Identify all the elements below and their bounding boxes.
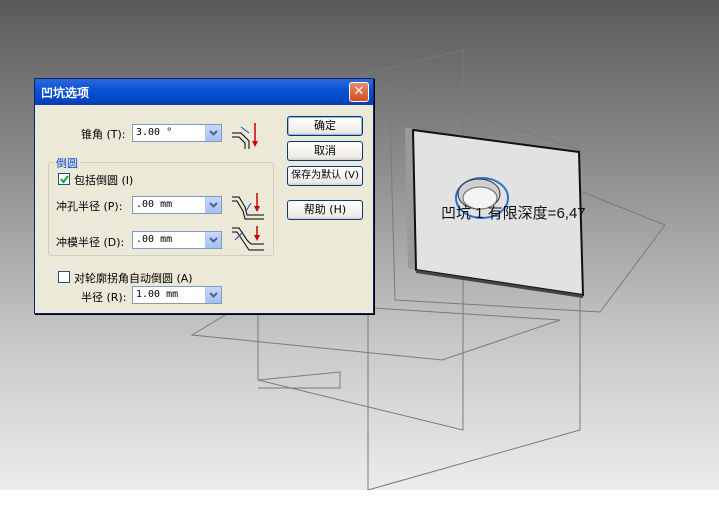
close-icon: ✕ xyxy=(353,84,365,99)
dialog-title: 凹坑选项 xyxy=(41,86,90,100)
include-fillet-checkbox[interactable] xyxy=(58,173,70,185)
checkmark-icon xyxy=(60,175,69,184)
chevron-down-icon[interactable] xyxy=(205,232,221,248)
punch-radius-icon xyxy=(232,193,264,220)
status-strip xyxy=(0,490,719,512)
help-button[interactable]: 帮助 (H) xyxy=(287,200,363,220)
punch-radius-label: 冲孔半径 (P): xyxy=(56,200,123,213)
cone-angle-icon xyxy=(232,123,258,149)
ok-button[interactable]: 确定 xyxy=(287,116,363,136)
auto-round-label[interactable]: 对轮廓拐角自动倒圆 (A) xyxy=(74,270,193,286)
cone-angle-value: 3.00 ° xyxy=(136,127,173,138)
die-radius-combo[interactable]: .00 mm xyxy=(132,231,222,249)
cone-angle-label: 锥角 (T): xyxy=(81,128,126,141)
punch-radius-combo[interactable]: .00 mm xyxy=(132,196,222,214)
die-radius-icon xyxy=(232,226,264,251)
feature-dimension-label[interactable]: 凹坑 1 有限深度=6,47 xyxy=(441,202,586,223)
chevron-down-icon[interactable] xyxy=(205,125,221,141)
auto-round-checkbox[interactable] xyxy=(58,271,70,283)
fillet-group-title: 倒圆 xyxy=(54,155,80,171)
dimple-options-dialog: 凹坑选项 ✕ 锥角 (T): 3.00 ° 倒圆 包括倒圆 (I) 冲孔半径 (… xyxy=(34,78,374,314)
radius-value: 1.00 mm xyxy=(136,289,179,300)
radius-label: 半径 (R): xyxy=(81,291,127,304)
punch-radius-value: .00 mm xyxy=(136,199,173,210)
die-radius-value: .00 mm xyxy=(136,234,173,245)
chevron-down-icon[interactable] xyxy=(205,197,221,213)
save-as-default-button[interactable]: 保存为默认 (V) xyxy=(287,166,363,186)
die-radius-label: 冲模半径 (D): xyxy=(56,236,125,249)
cone-angle-combo[interactable]: 3.00 ° xyxy=(132,124,222,142)
dialog-titlebar[interactable]: 凹坑选项 ✕ xyxy=(35,79,373,105)
radius-combo[interactable]: 1.00 mm xyxy=(132,286,222,304)
chevron-down-icon[interactable] xyxy=(205,287,221,303)
close-button[interactable]: ✕ xyxy=(349,82,369,102)
include-fillet-label[interactable]: 包括倒圆 (I) xyxy=(74,172,133,188)
cancel-button[interactable]: 取消 xyxy=(287,141,363,161)
